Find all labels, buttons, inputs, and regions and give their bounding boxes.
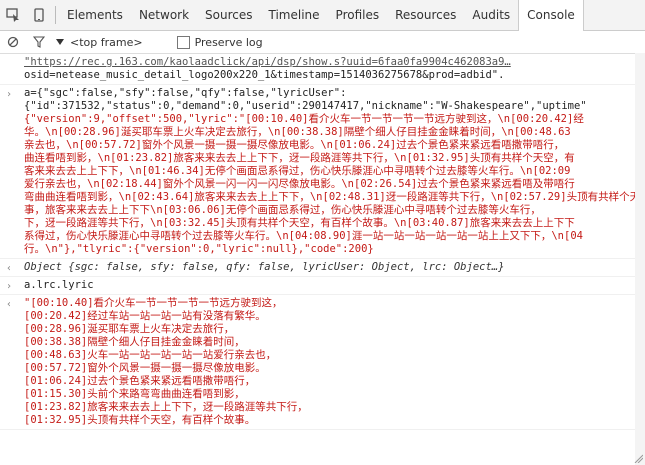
tab-profiles[interactable]: Profiles	[328, 0, 388, 30]
lyric-line: "[00:10.40]看介火车一节一节一节一节远方驶到这，	[24, 297, 283, 309]
lyric-line: [01:06.24]过去个景色紧来紧远看唔撒带唔行，	[24, 375, 256, 387]
output-line: 亲去也，\n[00:57.72]窗外个风景一摄一摄一摄尽像放电影。\n[01:0…	[24, 139, 565, 151]
output-line: 客来来去去上上下下，\n[01:46.34]无停个画面忌系得过，伤心快乐滕涯心中…	[24, 165, 571, 177]
result-arrow-icon: ‹	[6, 263, 13, 274]
input-prompt-icon: ›	[6, 89, 13, 100]
toolbar-divider	[55, 6, 56, 24]
vertical-scrollbar[interactable]	[635, 53, 645, 465]
output-line: 曲连看唔到影，\n[01:23.82]旅客来来去去上上下下，迓一段路涯等共下行，…	[24, 152, 575, 164]
console-input-entry: › a={"sgc":false,"sfy":false,"qfy":false…	[0, 85, 645, 259]
output-line: {"version":9,"offset":500,"lyric":"[00:1…	[24, 113, 584, 125]
tab-elements[interactable]: Elements	[59, 0, 131, 30]
output-line: 事，旅客来来去去上上下下\n[03:06.06]无停个画面忌系得过，伤心快乐滕涯…	[24, 204, 541, 216]
lyric-line: [00:48.63]火车一站一站一站一站一站爱行亲去也，	[24, 349, 277, 361]
clear-console-icon[interactable]	[0, 31, 26, 53]
device-mode-icon[interactable]	[26, 0, 52, 30]
output-line: a={"sgc":false,"sfy":false,"qfy":false,"…	[24, 87, 347, 99]
lyric-line: [01:32.95]头顶有共样个天空，有百样个故事。	[24, 414, 256, 426]
console-command-entry: › a.lrc.lyric	[0, 277, 645, 295]
lyric-line: [00:38.38]隔壁个细人仔目挂金金睐着时间，	[24, 336, 245, 348]
devtools-toolbar: Elements Network Sources Timeline Profil…	[0, 0, 645, 31]
output-line: 华。\n[00:28.96]涎买耶车票上火车决定去旅行，\n[00:38.38]…	[24, 126, 571, 138]
command-text: a.lrc.lyric	[24, 279, 94, 291]
tab-timeline[interactable]: Timeline	[261, 0, 328, 30]
resize-grip-icon[interactable]	[633, 453, 643, 463]
url-line-2: osid=netease_music_detail_logo200x220_1&…	[24, 69, 505, 81]
url-line-1[interactable]: "https://rec.g.163.com/kaolaadclick/api/…	[24, 56, 639, 69]
context-selector[interactable]: <top frame>	[56, 36, 143, 49]
preserve-log-label: Preserve log	[194, 35, 263, 49]
filter-icon[interactable]	[26, 31, 52, 53]
tab-network[interactable]: Network	[131, 0, 197, 30]
console-filter-bar: <top frame> Preserve log	[0, 31, 645, 54]
tab-audits[interactable]: Audits	[464, 0, 518, 30]
console-result-entry: ‹ "[00:10.40]看介火车一节一节一节一节远方驶到这， [00:20.4…	[0, 295, 645, 430]
output-line: 系得过，伤心快乐滕涯心中寻唔转个过去膝等火车行。\n[04:08.90]涯一站一…	[24, 230, 583, 242]
preserve-log-checkbox[interactable]: Preserve log	[176, 35, 263, 49]
lyric-line: [00:57.72]窗外个风景一摄一摄一摄尽像放电影。	[24, 362, 266, 374]
input-prompt-icon: ›	[6, 281, 13, 292]
tab-resources[interactable]: Resources	[387, 0, 464, 30]
lyric-line: [01:23.82]旅客来来去去上上下下，迓一段路涯等共下行，	[24, 401, 308, 413]
lyric-line: [00:28.96]涎买耶车票上火车决定去旅行，	[24, 323, 235, 335]
console-message-url: "https://rec.g.163.com/kaolaadclick/api/…	[0, 54, 645, 85]
context-label: <top frame>	[70, 35, 143, 49]
checkbox-box[interactable]	[176, 35, 190, 49]
output-line: 行。\n"},"tlyric":{"version":0,"lyric":nul…	[24, 243, 374, 255]
output-line: {"id":371532,"status":0,"demand":0,"user…	[24, 100, 587, 112]
tab-sources[interactable]: Sources	[197, 0, 260, 30]
output-line: 爱行亲去也，\n[02:18.44]窗外个风景一闪一闪一闪尽像放电影。\n[02…	[24, 178, 575, 190]
lyric-line: [00:20.42]经过车站一站一站一站有没落有繁华。	[24, 310, 266, 322]
inspect-icon[interactable]	[0, 0, 26, 30]
result-arrow-icon: ‹	[6, 299, 13, 310]
dropdown-arrow-icon	[56, 39, 64, 45]
console-output: "https://rec.g.163.com/kaolaadclick/api/…	[0, 54, 645, 430]
output-line: 弯曲曲连看唔到影，\n[02:43.64]旅客来来去去上上下下，\n[02:48…	[24, 191, 639, 203]
object-summary[interactable]: Object {sgc: false, sfy: false, qfy: fal…	[24, 261, 639, 274]
output-line: 下，迓一段路涯等共下行，\n[03:32.45]头顶有共样个天空，有百样个故事。…	[24, 217, 575, 229]
lyric-line: [01:15.30]头前个来路弯弯曲曲连看唔到影，	[24, 388, 245, 400]
tab-console[interactable]: Console	[518, 0, 584, 31]
console-object-entry[interactable]: ‹ Object {sgc: false, sfy: false, qfy: f…	[0, 259, 645, 277]
